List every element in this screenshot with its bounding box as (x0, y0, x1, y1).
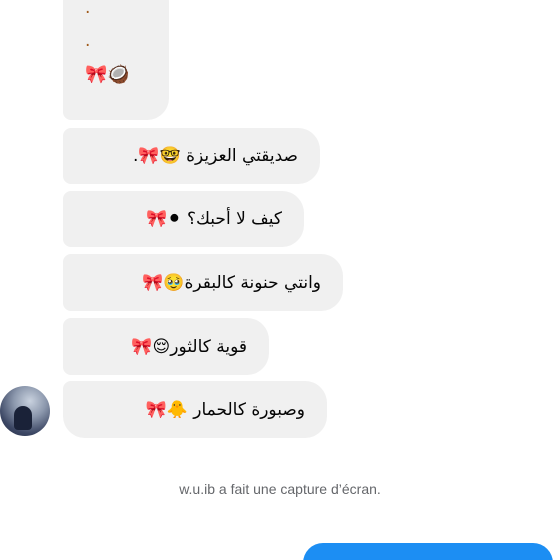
avatar-figure (14, 406, 32, 430)
screenshot-notice: w.u.ib a fait une capture d’écran. (179, 481, 381, 497)
message-text: قوية كالثور😌🎀 (131, 336, 247, 357)
message-bubble[interactable]: . . 🎀🥥 (63, 0, 169, 120)
message-bubble[interactable]: وانتي حنونة كالبقرة🥹🎀 (63, 254, 343, 311)
avatar[interactable] (0, 386, 50, 436)
message-text: وانتي حنونة كالبقرة🥹🎀 (142, 272, 321, 293)
message-text: كيف لا أحبك؟ ⚫🎀 (146, 209, 282, 229)
message-dot: . (85, 0, 91, 18)
message-bubble[interactable]: وصبورة كالحمار 🐥🎀 (63, 381, 327, 438)
reply-button[interactable] (303, 543, 553, 560)
message-emoji: 🎀🥥 (85, 64, 130, 85)
message-bubble[interactable]: صديقتي العزيزة 🤓🎀. (63, 128, 320, 184)
message-text: صديقتي العزيزة 🤓🎀. (132, 146, 298, 166)
message-dot: . (85, 31, 91, 51)
message-bubble[interactable]: قوية كالثور😌🎀 (63, 318, 269, 375)
message-text: وصبورة كالحمار 🐥🎀 (145, 399, 305, 420)
message-bubble[interactable]: كيف لا أحبك؟ ⚫🎀 (63, 191, 304, 247)
message-thread: . . 🎀🥥 صديقتي العزيزة 🤓🎀. كيف لا أحبك؟ ⚫… (0, 0, 560, 560)
